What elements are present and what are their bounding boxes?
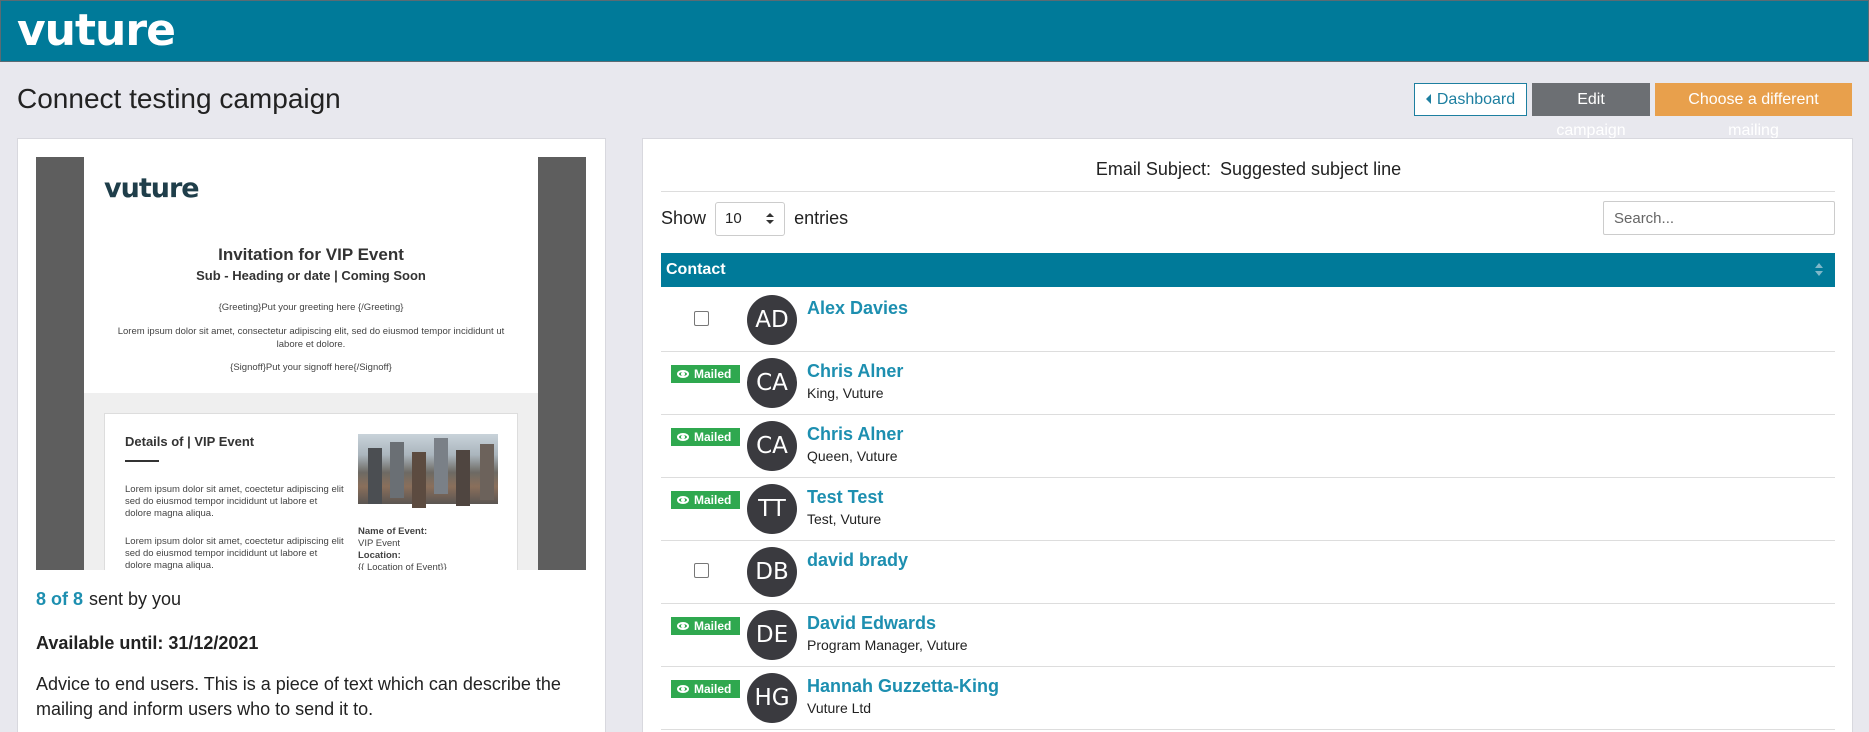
mailed-badge: Mailed — [671, 491, 740, 509]
table-row: Mailed CA Chris Alner Queen, Vuture — [661, 415, 1835, 478]
mailed-badge: Mailed — [671, 365, 740, 383]
contact-name-link[interactable]: Chris Alner — [807, 424, 903, 445]
contacts-panel: Email Subject: Suggested subject line Sho… — [642, 138, 1853, 732]
avatar: DB — [747, 547, 797, 597]
email-subject-label: Email Subject: — [1095, 159, 1211, 179]
contact-name-link[interactable]: Test Test — [807, 487, 883, 508]
contacts-table-body: AD Alex Davies Mailed CA Chris Alner Kin… — [661, 289, 1835, 730]
preview-greeting: {Greeting}Put your greeting here {/Greet… — [218, 302, 404, 313]
contact-detail: Vuture Ltd — [807, 700, 872, 716]
mailed-badge: Mailed — [671, 617, 740, 635]
email-subject-value: Suggested subject line — [1219, 159, 1402, 179]
mailed-badge-label: Mailed — [694, 367, 732, 381]
select-checkbox[interactable] — [694, 311, 709, 326]
eye-icon — [677, 370, 689, 378]
page-title: Connect testing campaign — [17, 83, 341, 114]
search-input[interactable] — [1603, 201, 1835, 235]
table-row: AD Alex Davies — [661, 289, 1835, 352]
avatar: TT — [747, 484, 797, 534]
preview-card-text: Lorem ipsum dolor sit amet, coectetur ad… — [125, 484, 344, 519]
preview-body-text: Lorem ipsum dolor sit amet, consectetur … — [117, 326, 505, 350]
sort-icon[interactable] — [1815, 263, 1823, 277]
preview-details-section: Details of | VIP Event Lorem ipsum dolor… — [84, 393, 538, 570]
email-subject: Email Subject: Suggested subject line — [643, 159, 1854, 180]
dashboard-button-label: Dashboard — [1436, 91, 1516, 108]
divider — [125, 460, 159, 462]
entries-length-control: Show 10 entries — [661, 201, 849, 237]
mailed-badge: Mailed — [671, 428, 740, 446]
top-bar: vuture — [0, 0, 1869, 62]
entries-select-value: 10 — [725, 210, 742, 228]
preview-details-card: Details of | VIP Event Lorem ipsum dolor… — [104, 413, 518, 570]
contact-detail: Queen, Vuture — [807, 448, 898, 464]
table-row: Mailed HG Hannah Guzzetta-King Vuture Lt… — [661, 667, 1835, 730]
city-image — [358, 434, 498, 504]
show-label: Show — [661, 208, 707, 228]
avatar: CA — [747, 421, 797, 471]
mailed-badge-label: Mailed — [694, 682, 732, 696]
edit-campaign-button[interactable]: Edit campaign — [1532, 83, 1650, 139]
contact-header-label: Contact — [666, 261, 726, 278]
preview-meta-value: {{ Location of Event}} — [358, 562, 447, 570]
preview-meta-label: Location: — [358, 550, 401, 561]
preview-heading: Invitation for VIP Event — [218, 245, 404, 264]
email-preview-body: vuture Invitation for VIP Event Sub - He… — [84, 157, 538, 570]
entries-select[interactable]: 10 — [715, 202, 786, 237]
table-row: Mailed TT Test Test Test, Vuture — [661, 478, 1835, 541]
contact-detail: Program Manager, Vuture — [807, 637, 968, 653]
entries-label: entries — [794, 208, 849, 228]
eye-icon — [677, 433, 689, 441]
sent-count-value: 8 of 8 — [36, 589, 84, 609]
preview-meta-value: VIP Event — [358, 538, 401, 549]
availability: Available until: 31/12/2021 — [36, 633, 259, 653]
avatar: CA — [747, 358, 797, 408]
mailed-badge: Mailed — [671, 680, 740, 698]
contact-name-link[interactable]: Chris Alner — [807, 361, 903, 382]
eye-icon — [677, 496, 689, 504]
table-row: Mailed DE David Edwards Program Manager,… — [661, 604, 1835, 667]
mailing-summary-panel: vuture Invitation for VIP Event Sub - He… — [17, 138, 606, 732]
choose-mailing-button[interactable]: Choose a different mailing — [1655, 83, 1852, 139]
preview-card-text: Lorem ipsum dolor sit amet, coectetur ad… — [125, 536, 344, 570]
eye-icon — [677, 622, 689, 630]
contact-detail: Test, Vuture — [807, 511, 882, 527]
contact-name-link[interactable]: david brady — [807, 550, 908, 571]
select-checkbox[interactable] — [694, 563, 709, 578]
preview-card-title: Details of | VIP Event — [125, 434, 255, 449]
avatar: AD — [747, 295, 797, 345]
eye-icon — [677, 685, 689, 693]
select-arrows-icon — [766, 213, 775, 225]
preview-subheading: Sub - Heading or date | Coming Soon — [196, 268, 426, 283]
avatar: HG — [747, 673, 797, 723]
avatar: DE — [747, 610, 797, 660]
sent-count: 8 of 8 sent by you — [36, 589, 181, 610]
contact-name-link[interactable]: Alex Davies — [807, 298, 908, 319]
contact-detail: King, Vuture — [807, 385, 884, 401]
chevron-left-icon — [1425, 94, 1431, 104]
vuture-logo[interactable]: vuture — [17, 5, 176, 56]
preview-meta-label: Name of Event: — [358, 526, 428, 537]
sent-by-label: sent by you — [89, 589, 182, 609]
email-preview[interactable]: vuture Invitation for VIP Event Sub - He… — [36, 157, 586, 570]
preview-signoff: {Signoff}Put your signoff here{/Signoff} — [230, 362, 392, 373]
mailed-badge-label: Mailed — [694, 430, 732, 444]
divider — [661, 191, 1835, 192]
mailed-badge-label: Mailed — [694, 493, 732, 507]
advice-text: Advice to end users. This is a piece of … — [36, 674, 561, 719]
contact-name-link[interactable]: David Edwards — [807, 613, 936, 634]
contact-name-link[interactable]: Hannah Guzzetta-King — [807, 676, 999, 697]
table-row: DB david brady — [661, 541, 1835, 604]
mailed-badge-label: Mailed — [694, 619, 732, 633]
preview-logo: vuture — [104, 173, 200, 204]
dashboard-button[interactable]: Dashboard — [1414, 83, 1527, 116]
table-row: Mailed CA Chris Alner King, Vuture — [661, 352, 1835, 415]
contact-column-header[interactable]: Contact — [661, 253, 1835, 287]
